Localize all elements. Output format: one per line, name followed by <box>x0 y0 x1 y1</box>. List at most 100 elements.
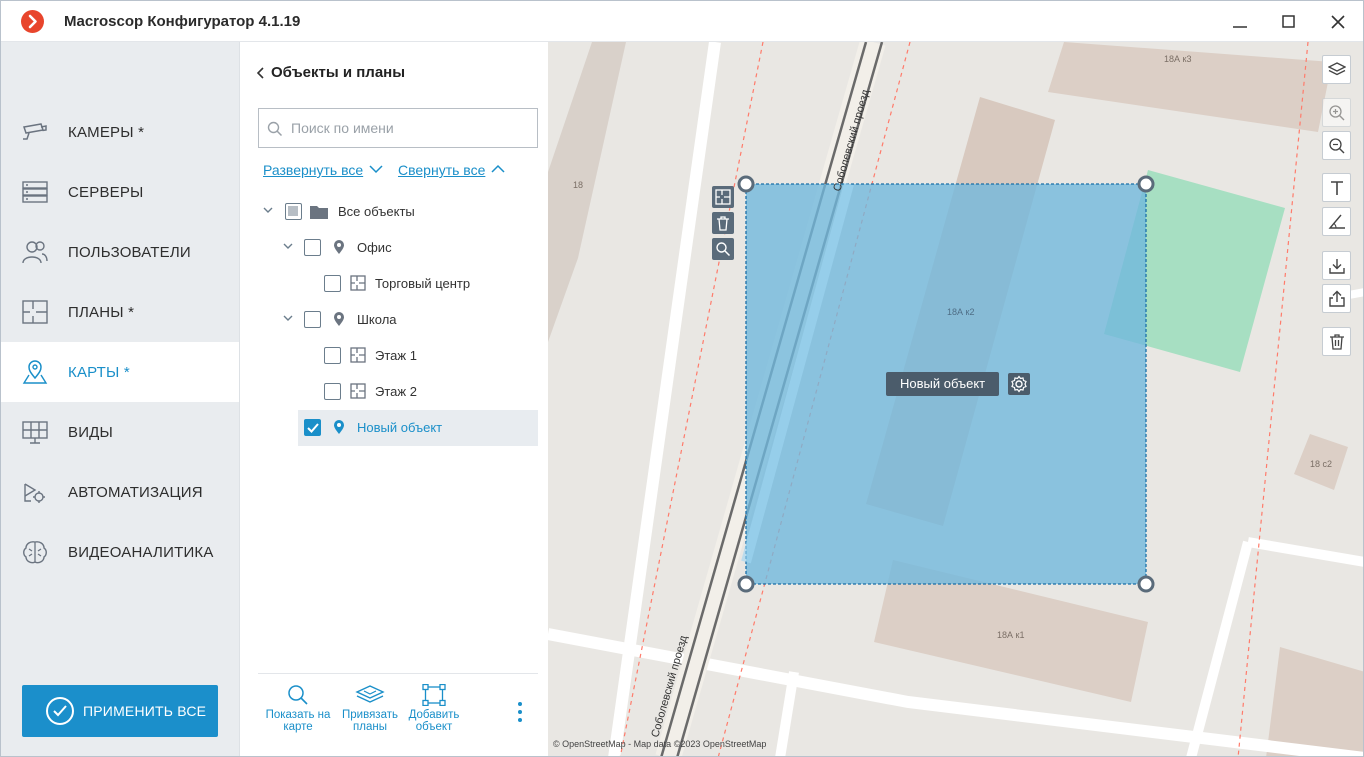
tree-row-all-objects[interactable]: Все объекты <box>258 194 538 230</box>
tree-checkbox-checked[interactable] <box>304 419 321 436</box>
tree-row-new-object[interactable]: Новый объект <box>298 410 538 446</box>
tree-row-office[interactable]: Офис <box>258 230 538 266</box>
panel-footer: Показать на карте Привязать планы Добави… <box>258 673 538 756</box>
tree-row-mall[interactable]: Торговый центр <box>258 266 538 302</box>
collapse-all-link[interactable]: Свернуть все <box>398 162 485 178</box>
text-tool-button[interactable] <box>1322 173 1351 202</box>
zoom-out-icon <box>1329 138 1345 154</box>
chevron-down-icon[interactable] <box>263 206 273 214</box>
delete-map-button[interactable] <box>1322 327 1351 356</box>
building-label: 18 <box>573 180 583 190</box>
more-options-icon[interactable] <box>514 700 526 726</box>
nav-label-maps: КАРТЫ * <box>68 364 130 381</box>
location-pin-icon <box>334 240 344 254</box>
nav-label-plans: ПЛАНЫ * <box>68 304 135 321</box>
tree-checkbox[interactable] <box>324 383 341 400</box>
objects-panel: Объекты и планы Развернуть все Свернуть … <box>239 42 548 756</box>
tree-row-label: Все объекты <box>338 204 415 219</box>
maximize-button[interactable] <box>1274 7 1304 37</box>
show-on-map-button[interactable]: Показать на карте <box>260 682 336 742</box>
map-attribution: © OpenStreetMap - Map data ©2023 OpenStr… <box>553 739 767 749</box>
nav-item-servers[interactable]: СЕРВЕРЫ <box>1 162 239 222</box>
search-icon <box>288 685 308 705</box>
expand-all-link[interactable]: Развернуть все <box>263 162 363 178</box>
nav-label-video-analytics: ВИДЕОАНАЛИТИКА <box>68 544 214 561</box>
app-logo-icon <box>21 10 44 33</box>
nav-item-video-analytics[interactable]: ВИДЕОАНАЛИТИКА <box>1 522 239 582</box>
apply-all-label: ПРИМЕНИТЬ ВСЕ <box>83 703 207 719</box>
back-chevron-icon[interactable] <box>257 66 265 80</box>
object-settings-button[interactable] <box>1008 373 1030 395</box>
building-label: 18А к1 <box>997 630 1024 640</box>
search-icon <box>267 121 283 137</box>
panel-title: Объекты и планы <box>271 64 406 81</box>
building-label: 18 с2 <box>1310 459 1332 469</box>
tree-row-label: Новый объект <box>357 420 443 435</box>
search-field[interactable] <box>258 108 538 148</box>
location-pin-icon <box>334 420 344 434</box>
nav-item-automation[interactable]: АВТОМАТИЗАЦИЯ <box>1 462 239 522</box>
building-label: 18А к3 <box>1164 54 1191 64</box>
map-pin-icon <box>22 360 48 384</box>
checkmark-icon <box>307 423 319 433</box>
chevron-down-icon[interactable] <box>283 242 293 250</box>
nav-item-maps[interactable]: КАРТЫ * <box>1 342 239 402</box>
zoom-out-button[interactable] <box>1322 131 1351 160</box>
check-circle-icon <box>46 697 74 725</box>
ruler-tool-button[interactable] <box>1322 207 1351 236</box>
tree-checkbox[interactable] <box>285 203 302 220</box>
import-button[interactable] <box>1322 251 1351 280</box>
nav-item-plans[interactable]: ПЛАНЫ * <box>1 282 239 342</box>
map-canvas[interactable]: 18А к3 18 18А к2 18 с2 18А к1 Соболевски… <box>548 42 1364 757</box>
search-input[interactable] <box>291 118 521 138</box>
nav-item-users[interactable]: ПОЛЬЗОВАТЕЛИ <box>1 222 239 282</box>
trash-icon <box>717 216 729 231</box>
tree-checkbox[interactable] <box>324 347 341 364</box>
floor-plan-icon <box>22 300 48 324</box>
server-icon <box>22 181 48 203</box>
apply-all-button[interactable]: ПРИМЕНИТЬ ВСЕ <box>22 685 218 737</box>
object-plan-button[interactable] <box>712 186 734 208</box>
chevron-down-icon[interactable] <box>283 314 293 322</box>
brain-icon <box>23 541 47 564</box>
close-button[interactable] <box>1323 7 1353 37</box>
layers-button[interactable] <box>1322 55 1351 84</box>
camera-icon <box>23 123 47 140</box>
tree-row-label: Торговый центр <box>375 276 471 291</box>
export-button[interactable] <box>1322 284 1351 313</box>
tree-checkbox[interactable] <box>324 275 341 292</box>
tree-checkbox[interactable] <box>304 239 321 256</box>
tree-checkbox[interactable] <box>304 311 321 328</box>
object-zoom-button[interactable] <box>712 238 734 260</box>
tree-row-school[interactable]: Школа <box>258 302 538 338</box>
zoom-in-button[interactable] <box>1322 98 1351 127</box>
chevron-up-icon[interactable] <box>491 164 505 174</box>
layouts-icon <box>22 421 48 444</box>
download-icon <box>1329 259 1345 274</box>
nav-item-layouts[interactable]: ВИДЫ <box>1 402 239 462</box>
title-bar: Macroscop Конфигуратор 4.1.19 <box>1 1 1363 42</box>
building-label: 18А к2 <box>947 307 974 317</box>
nav-label-servers: СЕРВЕРЫ <box>68 184 144 201</box>
add-object-button[interactable]: Добавить объект <box>396 682 472 742</box>
tree-row-floor-1[interactable]: Этаж 1 <box>258 338 538 374</box>
object-delete-button[interactable] <box>712 212 734 234</box>
trash-icon <box>1330 334 1344 350</box>
tree-row-label: Школа <box>357 312 397 327</box>
nav-item-cameras[interactable]: КАМЕРЫ * <box>1 102 239 162</box>
nav-label-automation: АВТОМАТИЗАЦИЯ <box>68 484 203 501</box>
floor-plan-icon <box>350 275 366 291</box>
map-view[interactable]: 18А к3 18 18А к2 18 с2 18А к1 Соболевски… <box>548 42 1364 757</box>
object-name-label[interactable]: Новый объект <box>886 372 1000 396</box>
layers-link-icon <box>355 685 385 703</box>
minimize-button[interactable] <box>1225 7 1255 37</box>
gear-icon <box>1011 375 1027 393</box>
zoom-in-icon <box>1329 105 1345 121</box>
share-icon <box>1329 290 1345 307</box>
tree-row-floor-2[interactable]: Этаж 2 <box>258 374 538 410</box>
tree-row-label: Этаж 1 <box>375 348 417 363</box>
location-pin-icon <box>334 312 344 326</box>
layers-icon <box>1328 62 1346 76</box>
text-icon <box>1331 181 1343 195</box>
chevron-down-icon[interactable] <box>369 164 383 174</box>
